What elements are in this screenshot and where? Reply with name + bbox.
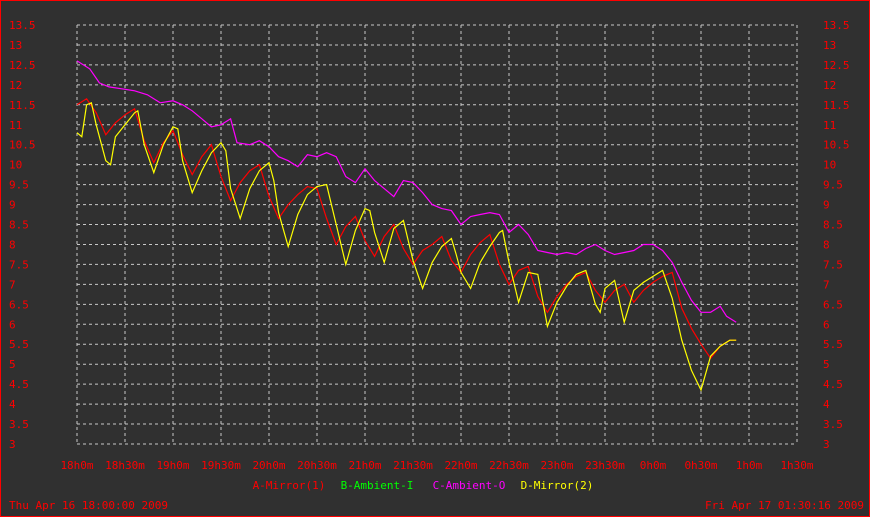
y-tick-label-right: 4.5 xyxy=(823,378,843,391)
y-tick-label-right: 13 xyxy=(823,39,836,52)
y-tick-label-right: 3 xyxy=(823,438,830,451)
y-tick-label-right: 10 xyxy=(823,159,836,172)
legend-item: B-Ambient-I xyxy=(341,479,414,492)
y-tick-label-right: 12 xyxy=(823,79,836,92)
y-tick-label-right: 4 xyxy=(823,398,830,411)
legend-item: A-Mirror(1) xyxy=(253,479,326,492)
y-axis-left: 3 3.5 4 4.5 5 5.5 6 6.5 7 7.5 8 8.5 9 9.5 10 10.5 11 11.5… xyxy=(9,19,36,451)
legend-item: C-Ambient-O xyxy=(433,479,506,492)
end-time-label: Fri Apr 17 01:30:16 2009 xyxy=(705,499,864,512)
y-tick-label-right: 12.5 xyxy=(823,59,850,72)
y-tick-label-right: 9 xyxy=(823,199,830,212)
series-line-d-mirror-2 xyxy=(76,101,737,392)
start-time-label: Thu Apr 16 18:00:00 2009 xyxy=(9,499,168,512)
x-tick-label: 20h0m xyxy=(252,459,285,472)
x-tick-label: 21h0m xyxy=(348,459,381,472)
y-tick-label-right: 6.5 xyxy=(823,298,843,311)
y-tick-label-left: 13.5 xyxy=(9,19,36,32)
y-tick-label-left: 11 xyxy=(9,119,22,132)
x-tick-label: 1h30m xyxy=(780,459,813,472)
y-tick-label-left: 5 xyxy=(9,358,16,371)
x-axis: 18h0m 18h30m 19h0m 19h30m 20h0m 20h30m 21h0m 21… xyxy=(60,459,813,472)
y-tick-label-left: 12 xyxy=(9,79,22,92)
y-tick-label-left: 3 xyxy=(9,438,16,451)
x-tick-label: 22h30m xyxy=(489,459,529,472)
x-tick-label: 23h30m xyxy=(585,459,625,472)
y-tick-label-left: 3.5 xyxy=(9,418,29,431)
chart-svg: 3 3.5 4 4.5 5 5.5 6 6.5 7 7.5 8 8.5 9 9.5 10 10.5 11 11.5… xyxy=(9,19,864,512)
y-tick-label-right: 6 xyxy=(823,318,830,331)
y-tick-label-right: 9.5 xyxy=(823,179,843,192)
y-tick-label-left: 12.5 xyxy=(9,59,36,72)
x-tick-label: 22h0m xyxy=(444,459,477,472)
y-tick-label-left: 10.5 xyxy=(9,139,36,152)
y-tick-label-left: 4 xyxy=(9,398,16,411)
y-tick-label-left: 6.5 xyxy=(9,298,29,311)
x-tick-label: 23h0m xyxy=(540,459,573,472)
y-tick-label-right: 5.5 xyxy=(823,338,843,351)
x-tick-label: 18h0m xyxy=(60,459,93,472)
y-axis-right: 3 3.5 4 4.5 5 5.5 6 6.5 7 7.5 8 8.5 9 9.5 10 10.5 11 11.5… xyxy=(823,19,850,451)
y-tick-label-left: 10 xyxy=(9,159,22,172)
y-tick-label-left: 4.5 xyxy=(9,378,29,391)
x-tick-label: 20h30m xyxy=(297,459,337,472)
series-line-a-mirror-1 xyxy=(76,97,737,360)
y-tick-label-left: 6 xyxy=(9,318,16,331)
y-tick-label-right: 7.5 xyxy=(823,258,843,271)
y-tick-label-left: 11.5 xyxy=(9,99,36,112)
y-tick-label-right: 3.5 xyxy=(823,418,843,431)
y-tick-label-left: 9 xyxy=(9,199,16,212)
y-tick-label-right: 11.5 xyxy=(823,99,850,112)
series-line-c-ambient-o xyxy=(76,60,737,323)
y-tick-label-left: 8.5 xyxy=(9,219,29,232)
x-tick-label: 0h0m xyxy=(640,459,667,472)
legend-item: D-Mirror(2) xyxy=(521,479,594,492)
x-tick-label: 21h30m xyxy=(393,459,433,472)
grid-lines xyxy=(76,24,798,445)
chart-panel: 3 3.5 4 4.5 5 5.5 6 6.5 7 7.5 8 8.5 9 9.5 10 10.5 11 11.5… xyxy=(0,0,870,517)
y-tick-label-left: 9.5 xyxy=(9,179,29,192)
y-tick-label-left: 8 xyxy=(9,238,16,251)
x-tick-label: 1h0m xyxy=(736,459,763,472)
y-tick-label-right: 7 xyxy=(823,278,830,291)
x-tick-label: 19h0m xyxy=(156,459,189,472)
y-tick-label-right: 10.5 xyxy=(823,139,850,152)
y-tick-label-right: 11 xyxy=(823,119,836,132)
y-tick-label-right: 8.5 xyxy=(823,219,843,232)
x-tick-label: 0h30m xyxy=(684,459,717,472)
y-tick-label-left: 7.5 xyxy=(9,258,29,271)
y-tick-label-right: 8 xyxy=(823,238,830,251)
series-lines xyxy=(76,60,737,392)
x-tick-label: 19h30m xyxy=(201,459,241,472)
y-tick-label-left: 13 xyxy=(9,39,22,52)
x-tick-label: 18h30m xyxy=(105,459,145,472)
y-tick-label-right: 13.5 xyxy=(823,19,850,32)
y-tick-label-left: 5.5 xyxy=(9,338,29,351)
y-tick-label-right: 5 xyxy=(823,358,830,371)
y-tick-label-left: 7 xyxy=(9,278,16,291)
legend: A-Mirror(1) B-Ambient-I C-Ambient-O D-Mirro… xyxy=(253,479,594,492)
